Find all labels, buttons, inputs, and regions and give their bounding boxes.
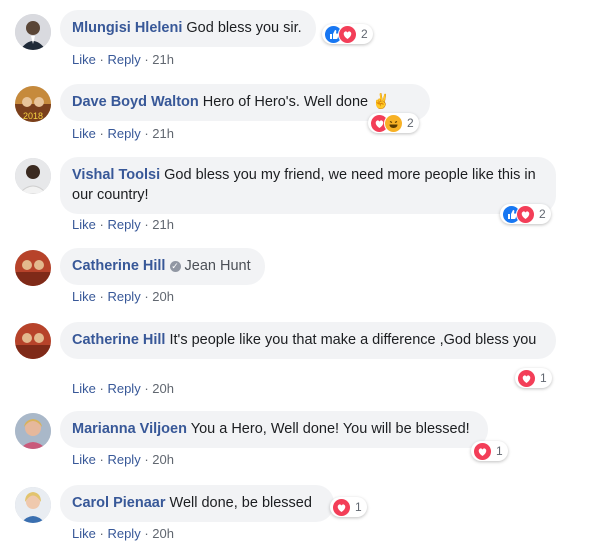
comment-actions: Like · Reply · 20h [72, 381, 174, 396]
timestamp[interactable]: 20h [152, 381, 174, 396]
avatar[interactable] [15, 14, 51, 50]
comment-author[interactable]: Dave Boyd Walton [72, 94, 199, 110]
love-reaction-icon [516, 204, 535, 224]
avatar[interactable]: 2018 [15, 86, 51, 122]
avatar[interactable] [15, 487, 51, 523]
comment-actions: Like · Reply · 21h [72, 52, 174, 67]
like-link[interactable]: Like [72, 452, 96, 467]
reply-link[interactable]: Reply [107, 452, 140, 467]
comment-actions: Like · Reply · 21h [72, 217, 174, 232]
avatar[interactable] [15, 250, 51, 286]
love-reaction-icon [338, 24, 357, 44]
timestamp[interactable]: 20h [152, 289, 174, 304]
reactions-summary[interactable]: 2 [368, 113, 419, 133]
comment-author[interactable]: Vishal Toolsi [72, 167, 160, 183]
comment-text: You a Hero, Well done! You will be bless… [190, 421, 470, 437]
comment-text: God bless you sir. [186, 20, 302, 36]
avatar[interactable] [15, 158, 51, 194]
timestamp[interactable]: 21h [152, 126, 174, 141]
tagged-user[interactable]: Jean Hunt [185, 258, 251, 274]
reactions-summary[interactable]: 2 [322, 24, 373, 44]
reply-link[interactable]: Reply [107, 126, 140, 141]
reply-link[interactable]: Reply [107, 217, 140, 232]
svg-text:2018: 2018 [23, 111, 43, 121]
reply-link[interactable]: Reply [107, 289, 140, 304]
love-reaction-icon [473, 441, 492, 461]
timestamp[interactable]: 20h [152, 526, 174, 541]
like-link[interactable]: Like [72, 381, 96, 396]
love-reaction-icon [517, 368, 536, 388]
comment-author[interactable]: Catherine Hill [72, 258, 165, 274]
friend-badge-icon: ✓ [169, 261, 181, 272]
reactions-summary[interactable]: 1 [330, 497, 367, 517]
like-link[interactable]: Like [72, 289, 96, 304]
comment-author[interactable]: Carol Pienaar [72, 495, 166, 511]
reaction-count: 1 [540, 371, 547, 385]
reply-link[interactable]: Reply [107, 52, 140, 67]
comment-author[interactable]: Mlungisi Hleleni [72, 20, 182, 36]
reaction-count: 1 [355, 500, 362, 514]
comment-bubble: Catherine Hill ✓ Jean Hunt [60, 248, 265, 285]
reactions-summary[interactable]: 1 [471, 441, 508, 461]
like-link[interactable]: Like [72, 126, 96, 141]
reactions-summary[interactable]: 2 [500, 204, 551, 224]
like-link[interactable]: Like [72, 52, 96, 67]
reaction-count: 2 [361, 27, 368, 41]
timestamp[interactable]: 21h [152, 217, 174, 232]
comment-author[interactable]: Marianna Viljoen [72, 421, 187, 437]
comment-author[interactable]: Catherine Hill [72, 332, 165, 348]
avatar[interactable] [15, 323, 51, 359]
reaction-count: 2 [539, 207, 546, 221]
comment-actions: Like · Reply · 20h [72, 289, 174, 304]
timestamp[interactable]: 21h [152, 52, 174, 67]
reaction-count: 2 [407, 116, 414, 130]
comment-text: Well done, be blessed [169, 495, 312, 511]
like-link[interactable]: Like [72, 217, 96, 232]
reply-link[interactable]: Reply [107, 381, 140, 396]
comment-bubble: Marianna Viljoen You a Hero, Well done! … [60, 411, 488, 448]
avatar[interactable] [15, 413, 51, 449]
timestamp[interactable]: 20h [152, 452, 174, 467]
comment-bubble: Carol Pienaar Well done, be blessed [60, 485, 334, 522]
comment-actions: Like · Reply · 20h [72, 452, 174, 467]
comment-actions: Like · Reply · 20h [72, 526, 174, 541]
comment-actions: Like · Reply · 21h [72, 126, 174, 141]
reactions-summary[interactable]: 1 [515, 368, 552, 388]
haha-reaction-icon [384, 113, 403, 133]
comment-text: Hero of Hero's. Well done ✌ [202, 94, 391, 110]
comment-bubble: Mlungisi Hleleni God bless you sir. [60, 10, 316, 47]
love-reaction-icon [332, 497, 351, 517]
comment-bubble: Vishal Toolsi God bless you my friend, w… [60, 157, 556, 214]
reply-link[interactable]: Reply [107, 526, 140, 541]
comment-text: It's people like you that make a differe… [169, 332, 537, 348]
comment-bubble: Catherine Hill It's people like you that… [60, 322, 556, 359]
like-link[interactable]: Like [72, 526, 96, 541]
reaction-count: 1 [496, 444, 503, 458]
